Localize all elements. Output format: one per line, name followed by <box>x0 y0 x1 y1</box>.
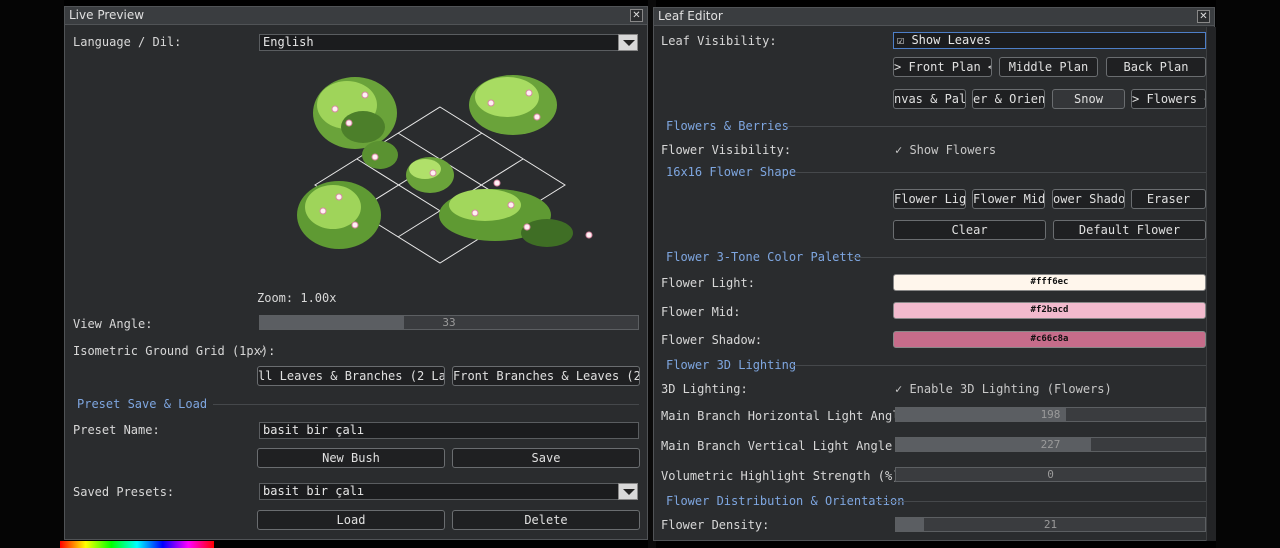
leaf-editor-window: Leaf Editor ✕ Leaf Visibility: ☑ Show Le… <box>653 7 1216 541</box>
flower-light-label: Flower Light: <box>661 276 755 290</box>
flower-light-brush-button[interactable]: Flower Light <box>893 189 966 209</box>
section-divider <box>786 126 1206 127</box>
color-spectrum-strip <box>60 541 214 548</box>
bush-preview-canvas[interactable] <box>285 65 605 275</box>
chevron-down-icon[interactable] <box>618 483 638 500</box>
vertical-light-angle-value: 227 <box>1040 438 1061 451</box>
saved-presets-select[interactable]: basit bir çalı <box>259 483 619 500</box>
flowers-tab[interactable]: > Flowers < <box>1131 89 1206 109</box>
background-right <box>1216 0 1280 548</box>
flower-mid-label: Flower Mid: <box>661 305 741 319</box>
enable-lighting-label: Enable 3D Lighting (Flowers) <box>909 382 1112 396</box>
section-divider <box>876 501 1206 502</box>
distribution-section-title: Flower Distribution & Orientation <box>666 494 905 508</box>
new-bush-button[interactable]: New Bush <box>257 448 445 468</box>
view-angle-label: View Angle: <box>73 317 153 331</box>
lighting-label: 3D Lighting: <box>661 382 748 396</box>
flower-light-swatch[interactable]: #fff6ec <box>893 274 1206 291</box>
zoom-readout: Zoom: 1.00x <box>257 291 337 305</box>
flower-visibility-label: Flower Visibility: <box>661 143 792 157</box>
preset-section-title: Preset Save & Load <box>77 397 208 411</box>
flower-density-value: 21 <box>1043 518 1058 531</box>
view-angle-slider[interactable]: 33 <box>259 315 639 330</box>
show-leaves-checkbox-row[interactable]: ☑ Show Leaves <box>893 32 1206 49</box>
layer-mode-button-front[interactable]: Front Branches & Leaves (2 L <box>452 366 640 386</box>
horizontal-light-angle-value: 198 <box>1040 408 1061 421</box>
show-flowers-checkbox[interactable]: ✓ Show Flowers <box>895 143 996 157</box>
snow-tab[interactable]: Snow <box>1052 89 1125 109</box>
live-preview-title: Live Preview <box>69 8 145 22</box>
close-icon[interactable]: ✕ <box>1197 10 1210 23</box>
section-divider <box>796 172 1206 173</box>
lighting-section-title: Flower 3D Lighting <box>666 358 797 372</box>
delete-button[interactable]: Delete <box>452 510 640 530</box>
preset-name-label: Preset Name: <box>73 423 160 437</box>
flower-density-label: Flower Density: <box>661 518 770 532</box>
flower-shadow-swatch[interactable]: #c66c8a <box>893 331 1206 348</box>
canvas-palette-tab[interactable]: nvas & Pale <box>893 89 966 109</box>
live-preview-window: Live Preview ✕ Language / Dil: English Z… <box>64 6 648 540</box>
section-divider <box>852 257 1206 258</box>
vertical-light-angle-label: Main Branch Vertical Light Angle: <box>661 439 900 453</box>
check-icon: ☑ <box>897 33 912 47</box>
load-button[interactable]: Load <box>257 510 445 530</box>
show-flowers-label: Show Flowers <box>909 143 997 157</box>
leaf-editor-title: Leaf Editor <box>658 9 723 23</box>
flower-mid-swatch[interactable]: #f2bacd <box>893 302 1206 319</box>
flower-shadow-label: Flower Shadow: <box>661 333 763 347</box>
bush-foliage <box>297 75 573 249</box>
saved-presets-label: Saved Presets: <box>73 485 175 499</box>
leaf-editor-titlebar[interactable]: Leaf Editor ✕ <box>654 8 1214 26</box>
eraser-button[interactable]: Eraser <box>1131 189 1206 209</box>
close-icon[interactable]: ✕ <box>630 9 643 22</box>
horizontal-light-angle-slider[interactable]: 198 <box>895 407 1206 422</box>
view-angle-value: 33 <box>442 316 456 329</box>
chevron-down-icon[interactable] <box>618 34 638 51</box>
back-plan-button[interactable]: Back Plan <box>1106 57 1206 77</box>
section-divider <box>213 404 639 405</box>
horizontal-light-angle-label: Main Branch Horizontal Light Angle: <box>661 409 914 423</box>
front-plan-button[interactable]: > Front Plan < <box>893 57 992 77</box>
default-flower-button[interactable]: Default Flower <box>1053 220 1206 240</box>
flower-mid-brush-button[interactable]: Flower Mid <box>972 189 1045 209</box>
save-button[interactable]: Save <box>452 448 640 468</box>
section-divider <box>792 365 1206 366</box>
flower-shadow-brush-button[interactable]: ower Shado <box>1052 189 1125 209</box>
language-label: Language / Dil: <box>73 35 182 49</box>
live-preview-titlebar[interactable]: Live Preview ✕ <box>65 7 647 25</box>
ground-grid-label: Isometric Ground Grid (1px): <box>73 344 276 358</box>
clear-button[interactable]: Clear <box>893 220 1046 240</box>
flowers-section-title: Flowers & Berries <box>666 119 789 133</box>
vertical-light-angle-slider[interactable]: 227 <box>895 437 1206 452</box>
flower-shape-section-title: 16x16 Flower Shape <box>666 165 797 179</box>
middle-plan-button[interactable]: Middle Plan <box>999 57 1098 77</box>
enable-lighting-checkbox[interactable]: ✓ Enable 3D Lighting (Flowers) <box>895 382 1112 396</box>
layer-mode-button-all[interactable]: ll Leaves & Branches (2 Layer <box>257 366 445 386</box>
palette-section-title: Flower 3-Tone Color Palette <box>666 250 862 264</box>
leaf-visibility-label: Leaf Visibility: <box>661 34 777 48</box>
layer-orient-tab[interactable]: er & Orient <box>972 89 1045 109</box>
background-left <box>0 0 64 548</box>
flower-density-slider[interactable]: 21 <box>895 517 1206 532</box>
language-select[interactable]: English <box>259 34 619 51</box>
show-leaves-label: Show Leaves <box>911 33 991 47</box>
volumetric-strength-slider[interactable]: 0 <box>895 467 1206 482</box>
preset-name-input[interactable]: basit bir çalı <box>259 422 639 439</box>
volumetric-strength-label: Volumetric Highlight Strength (%): <box>661 469 907 483</box>
ground-grid-checkbox[interactable]: ✓ <box>259 343 266 357</box>
volumetric-strength-value: 0 <box>1047 468 1054 481</box>
leaf-editor-scrollbar[interactable] <box>1206 27 1216 541</box>
